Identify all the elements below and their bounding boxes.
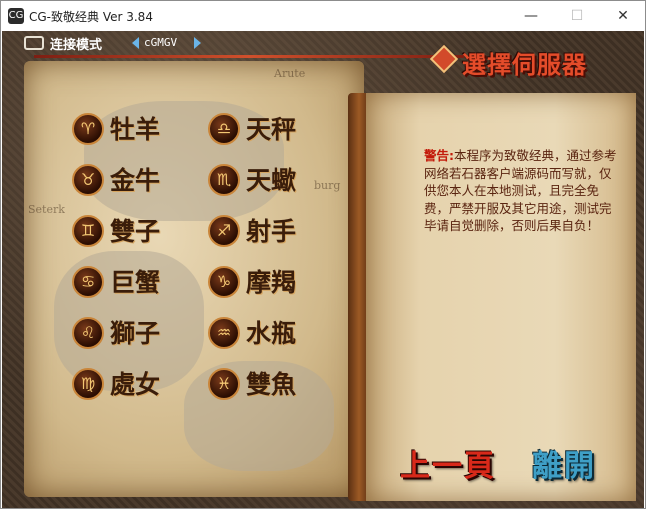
connection-mode-label: 连接模式 (50, 38, 103, 53)
server-sagittarius[interactable]: ♐ 射手 (208, 215, 328, 251)
leave-button[interactable]: 離開 (532, 441, 596, 485)
libra-icon: ♎ (208, 113, 240, 145)
sagittarius-icon: ♐ (208, 215, 240, 247)
map-place-label: Arute (274, 67, 306, 80)
server-taurus[interactable]: ♉ 金牛 (72, 164, 192, 200)
minimize-button[interactable]: — (508, 1, 554, 31)
capricorn-icon: ♑ (208, 266, 240, 298)
header-divider (34, 55, 464, 58)
server-label: 射手 (246, 217, 297, 246)
server-label: 雙魚 (246, 370, 297, 399)
notice-title: 警告: (424, 148, 454, 163)
server-leo[interactable]: ♌ 獅子 (72, 317, 192, 353)
server-label: 獅子 (110, 319, 161, 348)
scorpio-icon: ♏ (208, 164, 240, 196)
prev-server-arrow-icon[interactable] (132, 37, 139, 49)
server-label: 牡羊 (110, 115, 161, 144)
game-viewport: Arute Seterk burg 连接模式 cGMGV 選擇伺服器 ♈ 牡羊 … (2, 31, 644, 508)
server-libra[interactable]: ♎ 天秤 (208, 113, 328, 149)
server-aries[interactable]: ♈ 牡羊 (72, 113, 192, 149)
server-label: 巨蟹 (110, 268, 161, 297)
server-cancer[interactable]: ♋ 巨蟹 (72, 266, 192, 302)
server-gemini[interactable]: ♊ 雙子 (72, 215, 192, 251)
server-scorpio[interactable]: ♏ 天蠍 (208, 164, 328, 200)
taurus-icon: ♉ (72, 164, 104, 196)
leo-icon: ♌ (72, 317, 104, 349)
server-capricorn[interactable]: ♑ 摩羯 (208, 266, 328, 302)
title-bar[interactable]: CG CG-致敬经典 Ver 3.84 — ☐ ✕ (1, 1, 645, 31)
close-button[interactable]: ✕ (600, 1, 645, 31)
server-label: 金牛 (110, 166, 161, 195)
virgo-icon: ♍ (72, 368, 104, 400)
server-virgo[interactable]: ♍ 處女 (72, 368, 192, 404)
server-aquarius[interactable]: ♒ 水瓶 (208, 317, 328, 353)
server-name: cGMGV (144, 36, 178, 49)
server-label: 天蠍 (246, 166, 297, 195)
maximize-button[interactable]: ☐ (554, 1, 600, 31)
server-pisces[interactable]: ♓ 雙魚 (208, 368, 328, 404)
aquarius-icon: ♒ (208, 317, 240, 349)
server-label: 處女 (110, 370, 161, 399)
gemini-icon: ♊ (72, 215, 104, 247)
cancer-icon: ♋ (72, 266, 104, 298)
server-label: 雙子 (110, 217, 161, 246)
app-window: CG CG-致敬经典 Ver 3.84 — ☐ ✕ Arute Seterk b… (0, 0, 646, 509)
next-server-arrow-icon[interactable] (194, 37, 201, 49)
header-banner: 選擇伺服器 (429, 43, 620, 79)
map-place-label: Seterk (28, 203, 65, 216)
page-title: 選擇伺服器 (462, 50, 587, 79)
connection-mode-icon (24, 36, 44, 50)
window-title: CG-致敬经典 Ver 3.84 (29, 10, 153, 24)
server-label: 摩羯 (246, 268, 297, 297)
prev-page-button[interactable]: 上一頁 (400, 441, 496, 485)
app-icon: CG (8, 8, 24, 24)
notice-text: 警告:本程序为致敬经典，通过参考网络若石器客户端源码而写就，仅供您本人在本地测试… (424, 147, 620, 235)
aries-icon: ♈ (72, 113, 104, 145)
server-label: 天秤 (246, 115, 297, 144)
pisces-icon: ♓ (208, 368, 240, 400)
server-label: 水瓶 (246, 319, 297, 348)
